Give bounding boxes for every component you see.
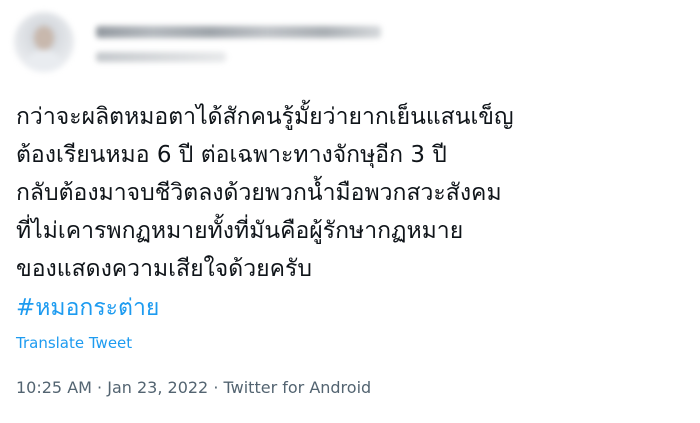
tweet-source[interactable]: Twitter for Android bbox=[224, 378, 372, 397]
hashtag-link[interactable]: #หมอกระต่าย bbox=[16, 289, 159, 327]
translate-tweet-link[interactable]: Translate Tweet bbox=[16, 333, 132, 353]
tweet: กว่าจะผลิตหมอตาได้สักคนรู้มั้ยว่ายากเย็น… bbox=[0, 0, 700, 423]
user-handle-blurred[interactable] bbox=[96, 52, 226, 62]
tweet-date[interactable]: Jan 23, 2022 bbox=[107, 378, 208, 397]
tweet-text: กว่าจะผลิตหมอตาได้สักคนรู้มั้ยว่ายากเย็น… bbox=[16, 104, 514, 282]
avatar-head bbox=[34, 26, 54, 50]
meta-separator: · bbox=[97, 378, 103, 397]
tweet-time[interactable]: 10:25 AM bbox=[16, 378, 92, 397]
tweet-metadata: 10:25 AM · Jan 23, 2022 · Twitter for An… bbox=[16, 377, 371, 399]
avatar-body bbox=[26, 50, 62, 72]
display-name-blurred[interactable] bbox=[96, 26, 381, 38]
meta-separator: · bbox=[213, 378, 219, 397]
avatar[interactable] bbox=[14, 12, 74, 72]
